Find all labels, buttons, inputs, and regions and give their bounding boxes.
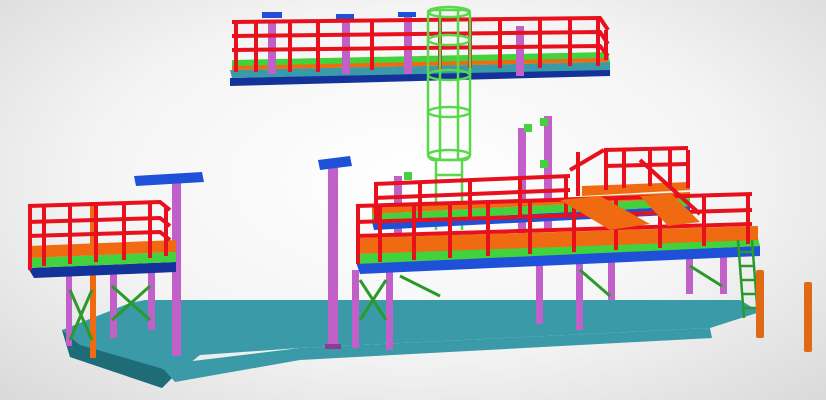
- structure-scene: [27, 5, 812, 388]
- base-slab: [62, 300, 760, 388]
- orange-pipes: [756, 270, 812, 352]
- upper-platform: [230, 12, 610, 86]
- model-viewport[interactable]: [0, 0, 826, 400]
- left-platform: [27, 172, 204, 358]
